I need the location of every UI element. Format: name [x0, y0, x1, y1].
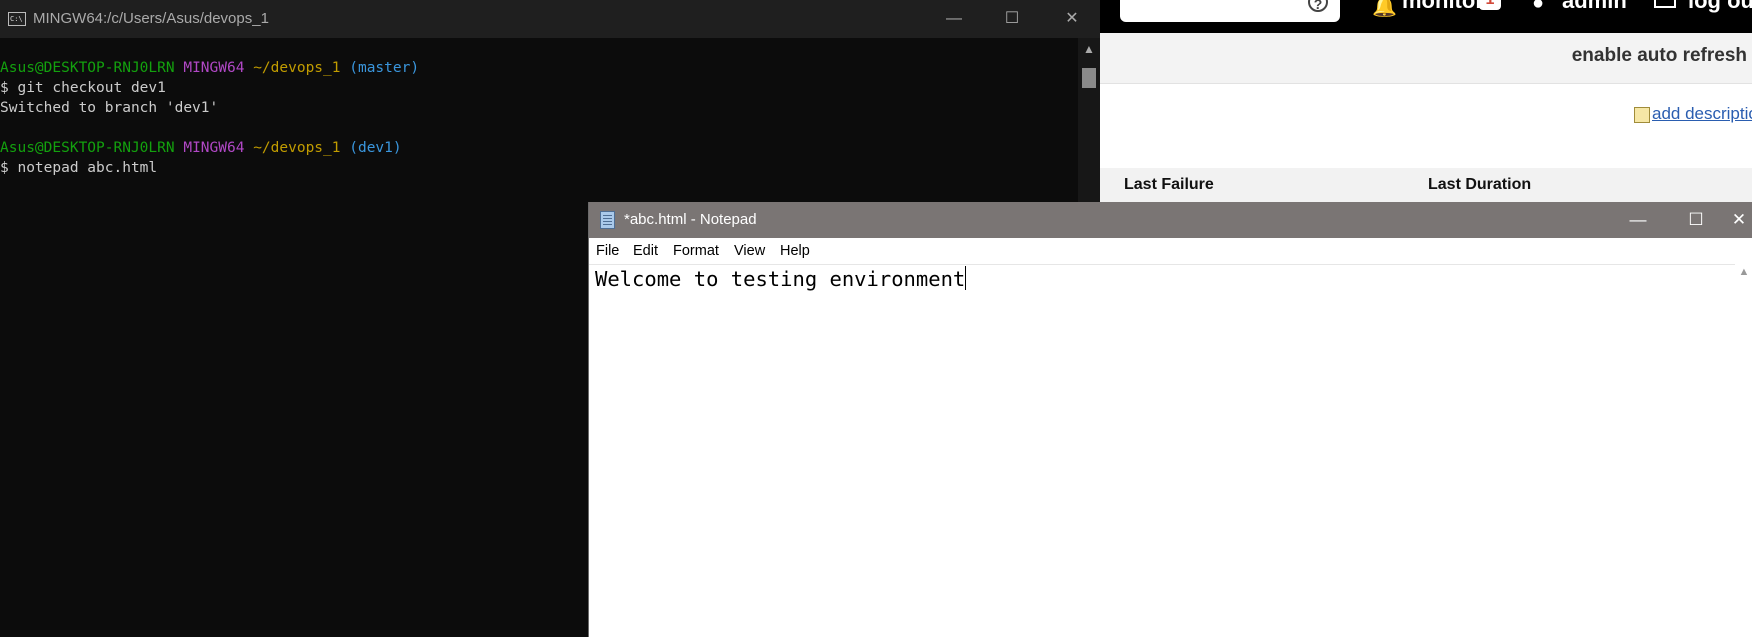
prompt-shell: MINGW64: [183, 60, 245, 76]
admin-user-link[interactable]: admin: [1562, 0, 1627, 14]
text-caret: [965, 266, 967, 290]
terminal-prompt-line: Asus@DESKTOP-RNJ0LRN MINGW64 ~/devops_1 …: [0, 138, 419, 158]
terminal-command-line: $ git checkout dev1: [0, 80, 166, 96]
scroll-up-arrow-icon[interactable]: ▲: [1735, 266, 1752, 278]
terminal-maximize-button[interactable]: ☐: [984, 0, 1040, 38]
monitor-count-badge: 1: [1479, 0, 1501, 10]
menu-help[interactable]: Help: [780, 243, 810, 259]
add-description-link[interactable]: add description: [1652, 104, 1752, 124]
notepad-minimize-button[interactable]: —: [1609, 202, 1667, 238]
logout-icon[interactable]: [1654, 0, 1676, 8]
terminal-minimize-button[interactable]: —: [926, 0, 982, 38]
terminal-titlebar[interactable]: C:\ MINGW64:/c/Users/Asus/devops_1 — ☐ ✕: [0, 0, 1100, 38]
terminal-scroll-thumb[interactable]: [1082, 68, 1096, 88]
bell-icon[interactable]: 🔔: [1372, 0, 1397, 19]
prompt-shell: MINGW64: [183, 140, 245, 156]
prompt-branch: (dev1): [349, 140, 402, 156]
column-header-last-failure[interactable]: Last Failure: [1124, 176, 1214, 194]
console-icon: C:\: [8, 12, 26, 26]
notepad-scrollbar[interactable]: ▲: [1735, 264, 1752, 637]
terminal-output-line: Switched to branch 'dev1': [0, 100, 219, 116]
notepad-close-button[interactable]: ✕: [1725, 202, 1752, 238]
scroll-up-arrow-icon[interactable]: ▲: [1078, 42, 1100, 56]
notepad-window: *abc.html - Notepad — ☐ ✕ File Edit Form…: [588, 202, 1752, 637]
terminal-output[interactable]: Asus@DESKTOP-RNJ0LRN MINGW64 ~/devops_1 …: [0, 58, 419, 178]
menu-edit[interactable]: Edit: [633, 243, 658, 259]
notepad-maximize-button[interactable]: ☐: [1667, 202, 1725, 238]
background-search-box[interactable]: [1120, 0, 1340, 22]
column-header-last-duration[interactable]: Last Duration: [1428, 176, 1531, 194]
prompt-user: Asus@DESKTOP-RNJ0LRN: [0, 60, 175, 76]
notepad-icon: [600, 211, 615, 229]
prompt-path: ~/devops_1: [253, 60, 341, 76]
notepad-titlebar[interactable]: *abc.html - Notepad — ☐ ✕: [589, 202, 1752, 238]
edit-description-icon[interactable]: [1634, 107, 1650, 123]
menu-view[interactable]: View: [734, 243, 765, 259]
prompt-user: Asus@DESKTOP-RNJ0LRN: [0, 140, 175, 156]
terminal-close-button[interactable]: ✕: [1044, 0, 1100, 38]
menu-file[interactable]: File: [596, 243, 619, 259]
notepad-content: Welcome to testing environment: [595, 267, 966, 291]
terminal-title: MINGW64:/c/Users/Asus/devops_1: [33, 10, 269, 27]
logout-link[interactable]: log out: [1688, 0, 1752, 14]
enable-auto-refresh-link[interactable]: enable auto refresh: [1572, 45, 1747, 67]
monitor-link[interactable]: monitor: [1402, 0, 1484, 14]
prompt-branch: (master): [349, 60, 420, 76]
terminal-command-line: $ notepad abc.html: [0, 160, 158, 176]
menu-format[interactable]: Format: [673, 243, 719, 259]
notepad-menubar: File Edit Format View Help: [589, 238, 1752, 265]
user-icon[interactable]: ●: [1532, 0, 1544, 15]
terminal-prompt-line: Asus@DESKTOP-RNJ0LRN MINGW64 ~/devops_1 …: [0, 58, 419, 78]
prompt-path: ~/devops_1: [253, 140, 341, 156]
notepad-text-area[interactable]: Welcome to testing environment: [595, 264, 1695, 634]
background-subbar: enable auto refresh: [1100, 33, 1752, 84]
jobs-table-header: Last Failure Last Duration: [1100, 168, 1752, 202]
notepad-title: *abc.html - Notepad: [624, 211, 757, 228]
